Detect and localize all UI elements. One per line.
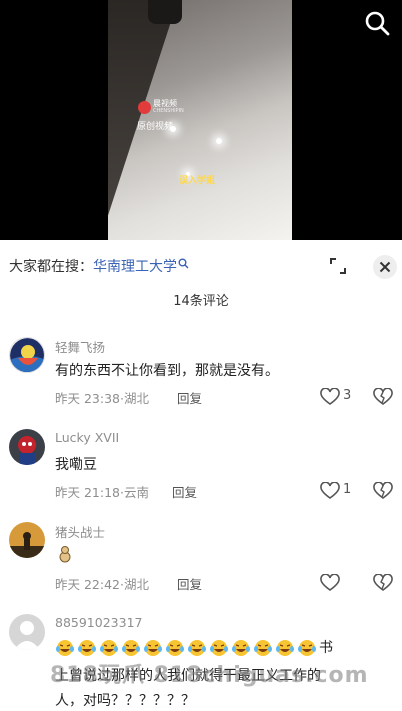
laughing-emoji-icon: [78, 640, 96, 656]
expand-icon[interactable]: [327, 255, 349, 277]
reply-button[interactable]: 回复: [177, 388, 202, 407]
comment-meta: 昨天 22:42·湖北: [55, 574, 149, 593]
like-count: 1: [343, 482, 352, 497]
laughing-emoji-icon: [56, 640, 74, 656]
laughing-emoji-icon: [100, 640, 118, 656]
reply-button[interactable]: 回复: [177, 574, 202, 593]
search-keyword-icon: [178, 258, 189, 269]
laughing-emoji-icon: [232, 640, 250, 656]
avatar[interactable]: [9, 337, 45, 373]
comment-text-suffix: 书: [319, 640, 333, 656]
reply-button[interactable]: 回复: [172, 482, 197, 501]
sticker-icon: [59, 546, 71, 563]
laughing-emoji-icon: [210, 640, 228, 656]
comment-time: 昨天 22:42: [55, 577, 120, 592]
comment-text: 我嘞豆: [55, 457, 97, 473]
video-caption: 误入学姐: [179, 176, 216, 186]
avatar[interactable]: [9, 614, 45, 650]
channel-logo-name: 晨视频: [153, 99, 177, 108]
comment-location: 云南: [123, 485, 149, 500]
original-video-label: 原创视频: [137, 122, 174, 132]
comment-text: 有的东西不让你看到，那就是没有。: [55, 363, 279, 379]
laughing-emoji-icon: [298, 640, 316, 656]
comment-username[interactable]: 猪头战士: [55, 522, 105, 541]
search-keyword[interactable]: 华南理工大学: [93, 259, 177, 275]
laughing-emoji-icon: [144, 640, 162, 656]
comment-meta: 昨天 21:18·云南: [55, 482, 149, 501]
broken-heart-icon[interactable]: [373, 574, 393, 592]
avatar-image: [9, 522, 45, 558]
comment-sheet-header: 大家都在搜：华南理工大学: [0, 240, 402, 292]
comment-location: 湖北: [123, 577, 149, 592]
close-icon: [379, 261, 391, 273]
avatar-image: [10, 338, 44, 372]
laughing-emoji-icon: [188, 640, 206, 656]
comment-time: 昨天 21:18: [55, 485, 120, 500]
emoji-row: [55, 640, 319, 656]
comment-count: 14条评论: [173, 294, 229, 309]
laughing-emoji-icon: [122, 640, 140, 656]
video-player[interactable]: 晨视频 CHENSHIPIN 原创视频 误入学姐: [0, 0, 402, 240]
video-frame: [108, 0, 292, 240]
heart-icon[interactable]: [320, 574, 340, 592]
search-icon[interactable]: [364, 10, 390, 36]
comment-text-line: 人，对吗？？？？？？: [55, 693, 195, 709]
search-prefix: 大家都在搜：: [9, 259, 93, 275]
comment-username[interactable]: 轻舞飞扬: [55, 337, 105, 356]
video-light: [216, 138, 222, 144]
default-avatar-icon: [14, 621, 40, 650]
comment-text: 书: [55, 637, 333, 657]
comment-username[interactable]: Lucky XVII: [55, 430, 119, 445]
heart-icon[interactable]: [320, 388, 340, 406]
search-suggestion[interactable]: 大家都在搜：华南理工大学: [9, 257, 189, 277]
laughing-emoji-icon: [254, 640, 272, 656]
close-button[interactable]: [373, 255, 397, 279]
comment-meta: 昨天 23:38·湖北: [55, 388, 149, 407]
laughing-emoji-icon: [166, 640, 184, 656]
video-figure: [148, 0, 182, 24]
channel-logo-sub: CHENSHIPIN: [153, 108, 184, 114]
heart-icon[interactable]: [320, 482, 340, 500]
comment-time: 昨天 23:38: [55, 391, 120, 406]
channel-logo-icon: [138, 101, 151, 114]
avatar-image: [9, 429, 45, 465]
broken-heart-icon[interactable]: [373, 388, 393, 406]
like-count: 3: [343, 388, 352, 403]
comment-location: 湖北: [123, 391, 149, 406]
comment-username[interactable]: 88591023317: [55, 615, 142, 630]
site-watermark: 818玩爪 818chiguas.com: [50, 663, 369, 688]
broken-heart-icon[interactable]: [373, 482, 393, 500]
avatar[interactable]: [9, 429, 45, 465]
avatar[interactable]: [9, 522, 45, 558]
laughing-emoji-icon: [276, 640, 294, 656]
